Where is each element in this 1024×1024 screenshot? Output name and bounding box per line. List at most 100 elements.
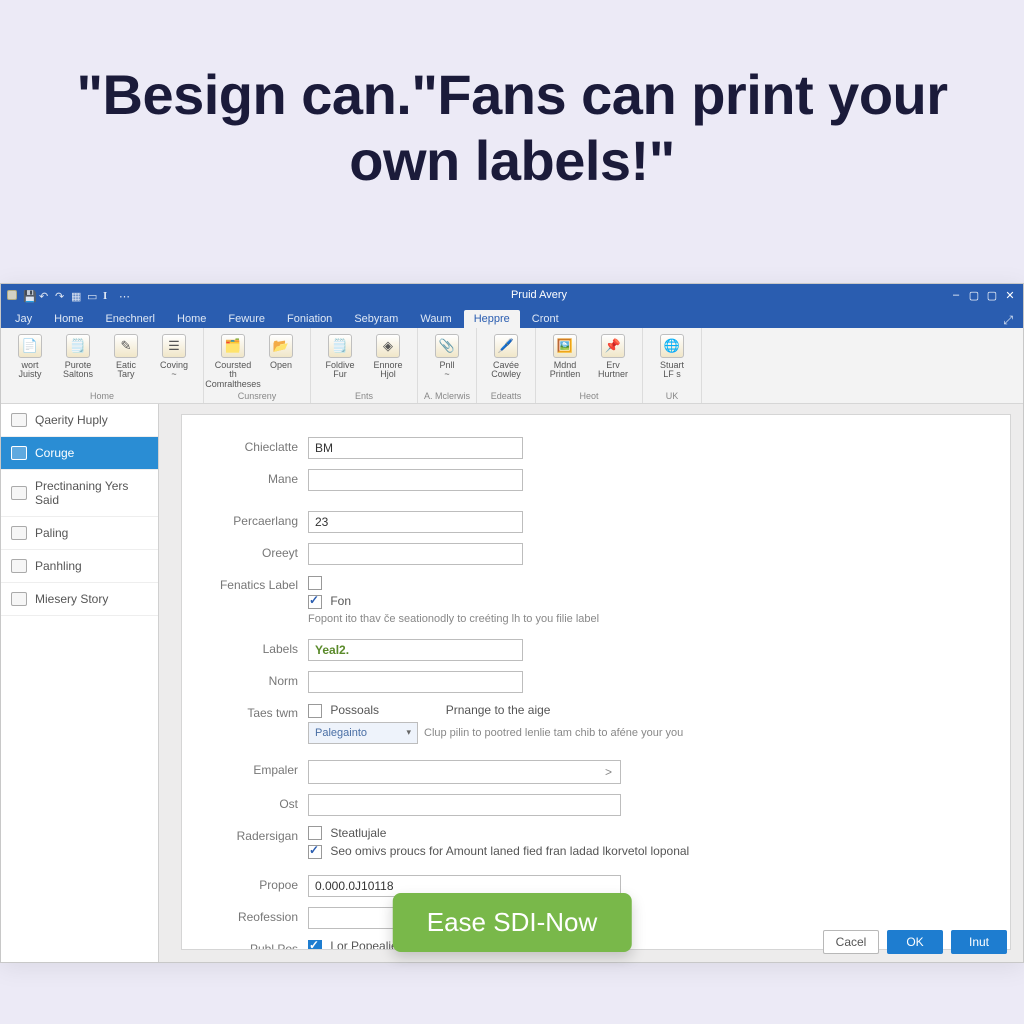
sidebar-item-label: Miesery Story — [35, 592, 108, 606]
input-norm[interactable] — [308, 671, 523, 693]
ribbon-button[interactable]: 📎Pnll~ — [424, 332, 470, 380]
ribbon-button[interactable]: 📂Open — [258, 332, 304, 389]
taes-combo[interactable]: Palegainto ▾ — [308, 722, 418, 744]
ribbon-button[interactable]: 🖼️MdndPrintlen — [542, 332, 588, 380]
ribbon-button[interactable]: ✎EaticTary — [103, 332, 149, 380]
input-oreeyt[interactable] — [308, 543, 523, 565]
cta-pill[interactable]: Ease SDI-Now — [393, 893, 632, 952]
ok-button[interactable]: OK — [887, 930, 943, 954]
close-button[interactable]: ✕ — [1003, 289, 1017, 302]
ribbon-tab-waum[interactable]: Waum — [410, 310, 461, 328]
save-icon[interactable]: 💾 — [23, 290, 33, 300]
text-icon[interactable]: I — [103, 290, 113, 300]
sidebar-item[interactable]: Prectinaning Yers Said — [1, 470, 158, 517]
checkbox-publ[interactable] — [308, 940, 322, 950]
label-norm: Norm — [216, 671, 298, 688]
app-icon — [7, 290, 17, 300]
minimize-button[interactable]: – — [949, 289, 963, 302]
ribbon-button-sublabel: Printlen — [550, 370, 581, 379]
ribbon-tab-home[interactable]: Home — [167, 310, 216, 328]
more-icon[interactable]: ⋯ — [119, 290, 129, 300]
ribbon-button-sublabel: Tary — [117, 370, 134, 379]
ribbon-button[interactable]: 📄wortJuisty — [7, 332, 53, 380]
ribbon-button-icon: 🗒️ — [66, 334, 90, 358]
ribbon-group-label: Ents — [317, 389, 411, 401]
sidebar-item-icon — [11, 486, 27, 500]
ribbon-button-label: Open — [270, 361, 292, 370]
ribbon-button[interactable]: 🖊️CavéeCowley — [483, 332, 529, 380]
checkbox-radesign-1-label: Steatlujale — [330, 826, 386, 840]
ribbon-tab-sebyram[interactable]: Sebyram — [344, 310, 408, 328]
label-mane: Mane — [216, 469, 298, 486]
sidebar-item[interactable]: Miesery Story — [1, 583, 158, 616]
ribbon-button-icon: 🗂️ — [221, 334, 245, 358]
marketing-headline: "Besign can."Fans can print your own lab… — [72, 62, 952, 194]
redo-icon[interactable]: ↷ — [55, 290, 65, 300]
cancel-button[interactable]: Cacel — [823, 930, 879, 954]
ribbon-tab-foniation[interactable]: Foniation — [277, 310, 342, 328]
checkbox-taes-label: Possoals — [330, 703, 379, 717]
sidebar-item[interactable]: Coruge — [1, 437, 158, 470]
ribbon-tab-cront[interactable]: Cront — [522, 310, 569, 328]
ribbon-button-icon: ◈ — [376, 334, 400, 358]
input-percaering[interactable] — [308, 511, 523, 533]
undo-icon[interactable]: ↶ — [39, 290, 49, 300]
ribbon-button-sublabel: Saltons — [63, 370, 93, 379]
input-mane[interactable] — [308, 469, 523, 491]
ribbon-button-sublabel: Hjol — [380, 370, 396, 379]
input-ost[interactable] — [308, 794, 621, 816]
ribbon-expand-icon[interactable]: ⤢ — [1003, 313, 1023, 328]
table-icon[interactable]: ▦ — [71, 290, 81, 300]
ribbon-button[interactable]: 🗒️PuroteSaltons — [55, 332, 101, 380]
label-empaler: Empaler — [216, 760, 298, 777]
ribbon-button[interactable]: ◈EnnoreHjol — [365, 332, 411, 380]
workspace: Qaerity HuplyCorugePrectinaning Yers Sai… — [1, 404, 1023, 962]
ribbon-tab-home[interactable]: Home — [44, 310, 93, 328]
ribbon-tab-enechnerl[interactable]: Enechnerl — [95, 310, 165, 328]
ribbon-button[interactable]: 🗒️FoldiveFur — [317, 332, 363, 380]
label-taes: Taes twm — [216, 703, 298, 720]
ribbon-button-sublabel: Comraltheses — [205, 380, 261, 389]
sidebar-item-icon — [11, 526, 27, 540]
checkbox-radesign-1[interactable] — [308, 826, 322, 840]
ribbon-button[interactable]: 🌐StuartLF s — [649, 332, 695, 380]
ribbon-button[interactable]: 🗂️Coursted thComraltheses — [210, 332, 256, 389]
ribbon-button[interactable]: 📌ErvHurtner — [590, 332, 636, 380]
ribbon-button-sublabel: LF s — [663, 370, 681, 379]
label-reofession: Reofession — [216, 907, 298, 924]
chevron-down-icon: ▾ — [406, 727, 411, 738]
restore-button[interactable]: ▢ — [967, 289, 981, 302]
ribbon-button-icon: 🌐 — [660, 334, 684, 358]
ribbon-tab-heppre[interactable]: Heppre — [464, 310, 520, 328]
ribbon: 📄wortJuisty🗒️PuroteSaltons✎EaticTary☰Cov… — [1, 328, 1023, 404]
label-percaering: Percaerlang — [216, 511, 298, 528]
sidebar-item-label: Paling — [35, 526, 68, 540]
checkbox-taes[interactable] — [308, 704, 322, 718]
doc-icon[interactable]: ▭ — [87, 290, 97, 300]
label-publ: Publ Pos — [216, 939, 298, 950]
window-title: Pruid Avery — [129, 289, 949, 301]
ribbon-button[interactable]: ☰Coving~ — [151, 332, 197, 380]
ribbon-tab-fewure[interactable]: Fewure — [218, 310, 275, 328]
input-labels[interactable] — [308, 639, 523, 661]
ribbon-group: 🖊️CavéeCowleyEdeatts — [477, 328, 536, 403]
ribbon-group-label: Heot — [542, 389, 636, 401]
ribbon-button-icon: ✎ — [114, 334, 138, 358]
ribbon-button-icon: 📎 — [435, 334, 459, 358]
inut-button[interactable]: Inut — [951, 930, 1007, 954]
ribbon-group: 🖼️MdndPrintlen📌ErvHurtner Heot — [536, 328, 643, 403]
checkbox-radesign-2[interactable] — [308, 845, 322, 859]
sidebar-item[interactable]: Qaerity Huply — [1, 404, 158, 437]
sidebar-item[interactable]: Panhling — [1, 550, 158, 583]
label-ost: Ost — [216, 794, 298, 811]
maximize-button[interactable]: ▢ — [985, 289, 999, 302]
empaler-combo[interactable]: > — [308, 760, 621, 784]
ribbon-button-sublabel: ~ — [444, 370, 449, 379]
input-chieclatte[interactable] — [308, 437, 523, 459]
ribbon-tab-jay[interactable]: Jay — [5, 310, 42, 328]
title-bar: 💾 ↶ ↷ ▦ ▭ I ⋯ Pruid Avery – ▢ ▢ ✕ — [1, 284, 1023, 306]
sidebar-item[interactable]: Paling — [1, 517, 158, 550]
checkbox-fenatics-2[interactable] — [308, 595, 322, 609]
checkbox-fenatics-1[interactable] — [308, 576, 322, 590]
taes-helper: Clup pilin to pootred lenlie tam chib to… — [424, 727, 683, 739]
